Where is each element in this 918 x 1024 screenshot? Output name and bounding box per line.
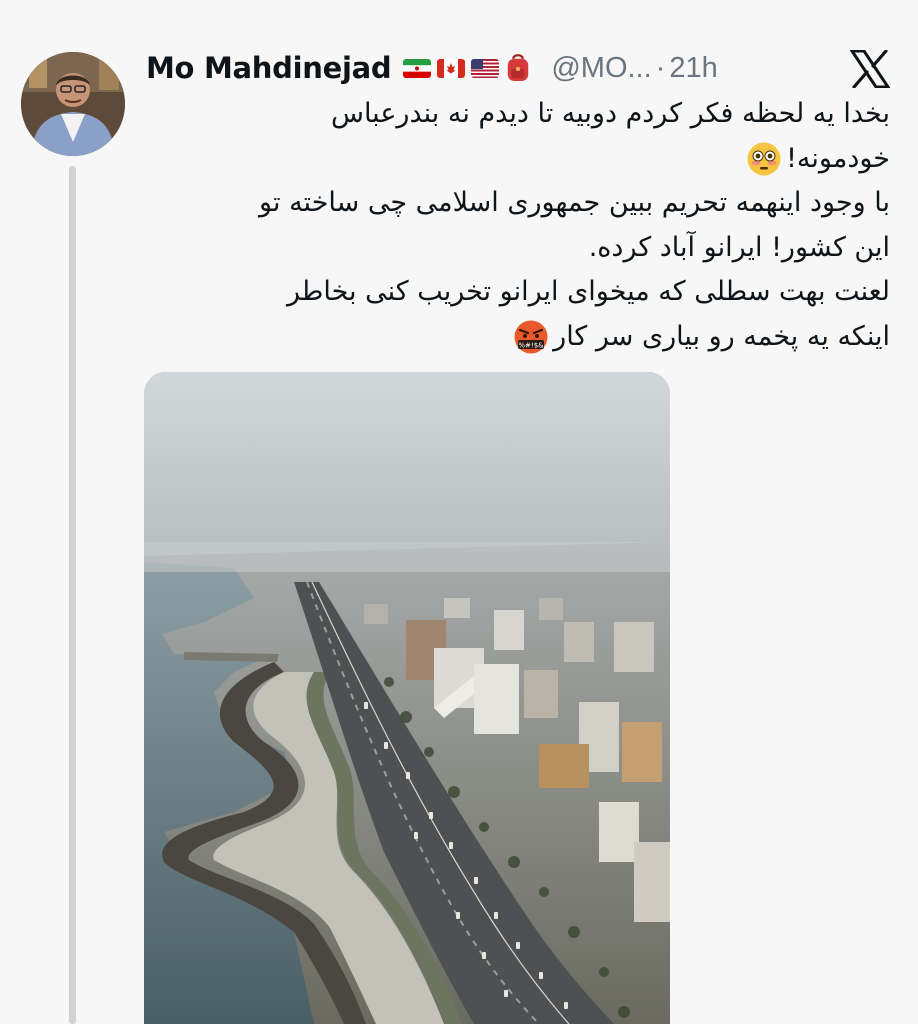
tweet-text-line-3: با وجود اینهمه تحریم ببین جمهوری اسلامی … — [259, 187, 890, 218]
tweet-text-line-1: بخدا یه لحظه فکر کردم دوبیه تا دیدم نه ب… — [330, 98, 890, 129]
tweet-text-line-6: اینکه یه پخمه رو بیاری سر کار &$!#% — [146, 315, 890, 360]
user-handle[interactable]: @MO... — [551, 52, 651, 85]
flushed-face-emoji-icon — [747, 142, 781, 176]
iran-flag-icon — [403, 58, 432, 78]
backpack-icon — [508, 54, 529, 81]
tweet-media-photo[interactable] — [144, 372, 670, 1024]
tweet-header: Mo Mahdinejad @MO... · 21h — [146, 46, 718, 90]
x-logo-icon[interactable] — [850, 50, 890, 88]
us-flag-icon — [471, 58, 500, 78]
svg-text:&$!#%: &$!#% — [519, 342, 545, 350]
thread-line — [69, 166, 76, 1024]
tweet-text-line-2: خودمونه! — [146, 137, 890, 182]
cursing-face-emoji-icon: &$!#% — [514, 320, 548, 354]
tweet-text-line-2-text: خودمونه! — [786, 142, 890, 174]
timestamp[interactable]: 21h — [669, 52, 717, 85]
profile-flags — [403, 53, 531, 83]
tweet-text-line-5: لعنت بهت سطلی که میخوای ایرانو تخریب کنی… — [286, 276, 890, 307]
separator-dot: · — [655, 51, 666, 84]
tweet-text: بخدا یه لحظه فکر کردم دوبیه تا دیدم نه ب… — [146, 92, 890, 359]
tweet-text-line-6-text: اینکه یه پخمه رو بیاری سر کار — [553, 320, 890, 352]
tweet: Mo Mahdinejad @MO... · 21h بخدا یه لحظه … — [0, 0, 918, 1024]
canada-flag-icon — [437, 58, 466, 78]
tweet-text-line-4: این کشور! ایرانو آباد کرده. — [588, 231, 890, 263]
display-name[interactable]: Mo Mahdinejad — [146, 51, 392, 85]
avatar[interactable] — [21, 52, 125, 156]
